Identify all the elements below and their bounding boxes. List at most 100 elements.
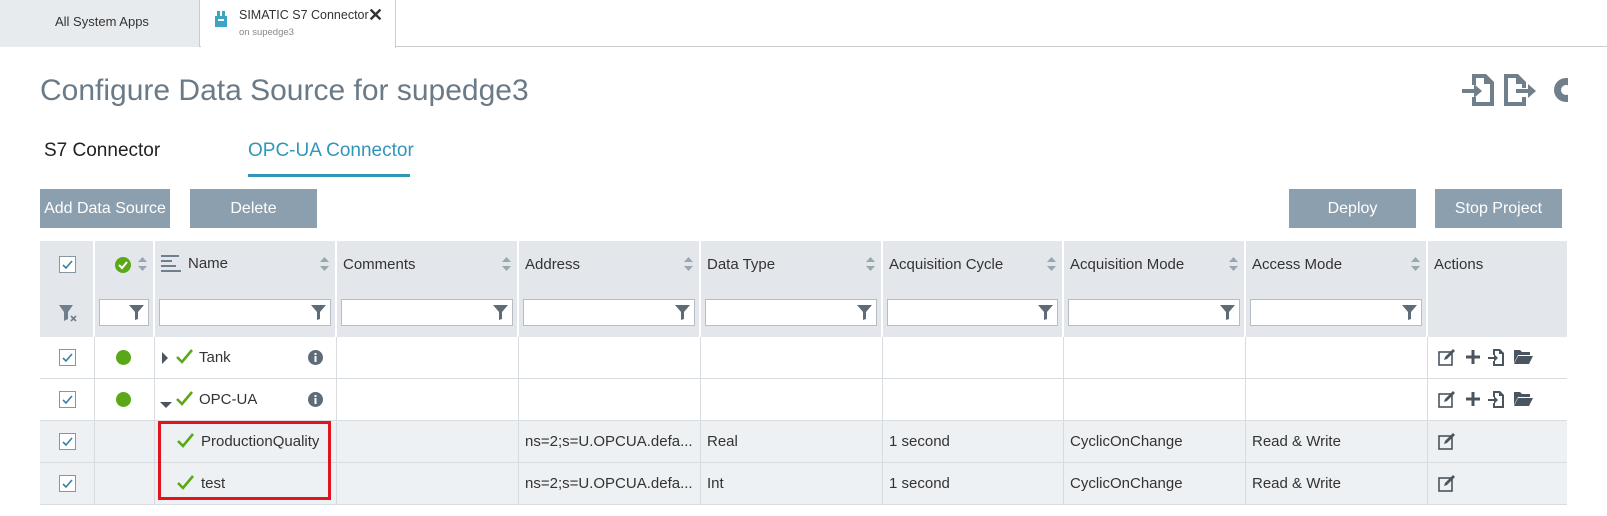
access-mode-column-label: Access Mode xyxy=(1252,256,1343,273)
add-data-source-button[interactable]: Add Data Source xyxy=(40,189,170,228)
status-ok-icon xyxy=(115,257,131,277)
tab-all-system-apps-label: All System Apps xyxy=(55,14,149,29)
edit-icon[interactable] xyxy=(1438,391,1456,412)
address-filter-input[interactable] xyxy=(523,299,695,326)
tab-simatic-s7-connector[interactable]: SIMATIC S7 Connector on supedge3 ✕ xyxy=(201,0,396,48)
tab-all-system-apps[interactable]: All System Apps xyxy=(0,0,200,47)
actions-column-header: Actions xyxy=(1428,241,1567,289)
deploy-button[interactable]: Deploy xyxy=(1289,189,1416,228)
sort-icon[interactable] xyxy=(866,257,875,271)
close-tab-icon[interactable]: ✕ xyxy=(368,5,383,26)
edit-icon[interactable] xyxy=(1438,433,1456,454)
import-icon[interactable] xyxy=(1462,74,1496,111)
data-type-column-header[interactable]: Data Type xyxy=(701,241,883,289)
access-mode-column-header[interactable]: Access Mode xyxy=(1246,241,1428,289)
name-filter-input[interactable] xyxy=(159,299,331,326)
status-filter-input[interactable] xyxy=(99,299,149,326)
export-icon[interactable] xyxy=(1504,74,1540,111)
status-filter-cell xyxy=(95,289,155,337)
info-icon[interactable] xyxy=(308,350,323,369)
add-icon[interactable] xyxy=(1465,391,1481,411)
row-select-cell xyxy=(40,379,95,420)
settings-gear-icon[interactable] xyxy=(1548,74,1578,111)
tab-title: SIMATIC S7 Connector xyxy=(239,8,369,22)
name-column-header[interactable]: Name xyxy=(155,241,337,289)
sort-icon[interactable] xyxy=(1411,257,1420,271)
address-column-label: Address xyxy=(525,256,581,273)
acquisition-mode-column-header[interactable]: Acquisition Mode xyxy=(1064,241,1246,289)
acquisition-cycle-column-header[interactable]: Acquisition Cycle xyxy=(883,241,1064,289)
row-address-cell: ns=2;s=U.OPCUA.defa... xyxy=(519,421,701,462)
sort-icon[interactable] xyxy=(1047,257,1056,271)
row-comments-cell xyxy=(337,421,519,462)
address-column-header[interactable]: Address xyxy=(519,241,701,289)
actions-column-label: Actions xyxy=(1434,256,1484,273)
acquisition-cycle-filter-input[interactable] xyxy=(887,299,1058,326)
filter-icon xyxy=(493,305,508,325)
comments-column-label: Comments xyxy=(343,256,416,273)
row-name-cell: OPC-UA xyxy=(155,379,337,420)
folder-icon[interactable] xyxy=(1514,391,1533,410)
select-all-checkbox[interactable] xyxy=(59,256,76,273)
row-address: ns=2;s=U.OPCUA.defa... xyxy=(525,433,693,450)
row-address-cell: ns=2;s=U.OPCUA.defa... xyxy=(519,463,701,504)
row-name-cell: test xyxy=(155,463,337,504)
sort-icon[interactable] xyxy=(320,257,329,271)
info-icon[interactable] xyxy=(308,392,323,411)
add-icon[interactable] xyxy=(1465,349,1481,369)
row-access-cell xyxy=(1246,379,1428,420)
grid-filter-row xyxy=(40,289,1567,337)
row-status-cell xyxy=(95,379,155,420)
sort-icon[interactable] xyxy=(1229,257,1238,271)
comments-filter-input[interactable] xyxy=(341,299,513,326)
row-status-cell xyxy=(95,421,155,462)
row-data-type: Int xyxy=(707,475,724,492)
row-name: OPC-UA xyxy=(199,391,258,408)
expand-caret-icon[interactable] xyxy=(161,351,169,368)
row-cycle-cell xyxy=(883,379,1064,420)
row-select-cell xyxy=(40,337,95,378)
row-checkbox[interactable] xyxy=(59,349,76,366)
filter-icon xyxy=(1220,305,1235,325)
row-data-type-cell xyxy=(701,337,883,378)
row-comments-cell xyxy=(337,337,519,378)
import-file-icon[interactable] xyxy=(1488,349,1504,370)
edit-icon[interactable] xyxy=(1438,349,1456,370)
row-cycle: 1 second xyxy=(889,433,950,450)
data-type-filter-input[interactable] xyxy=(705,299,877,326)
tab-s7-connector[interactable]: S7 Connector xyxy=(44,140,160,162)
filter-icon xyxy=(1038,305,1053,325)
acquisition-mode-filter-cell xyxy=(1064,289,1246,337)
acquisition-mode-filter-input[interactable] xyxy=(1068,299,1240,326)
row-address-cell xyxy=(519,379,701,420)
address-filter-cell xyxy=(519,289,701,337)
import-file-icon[interactable] xyxy=(1488,391,1504,412)
tab-opcua-connector[interactable]: OPC-UA Connector xyxy=(248,140,414,162)
folder-icon[interactable] xyxy=(1514,349,1533,368)
row-checkbox[interactable] xyxy=(59,475,76,492)
table-row[interactable]: test ns=2;s=U.OPCUA.defa... Int 1 second… xyxy=(40,463,1567,505)
row-mode: CyclicOnChange xyxy=(1070,475,1183,492)
table-row[interactable]: ProductionQuality ns=2;s=U.OPCUA.defa...… xyxy=(40,421,1567,463)
table-row[interactable]: OPC-UA xyxy=(40,379,1567,421)
comments-column-header[interactable]: Comments xyxy=(337,241,519,289)
row-mode-cell xyxy=(1064,379,1246,420)
status-column-header[interactable] xyxy=(95,241,155,289)
access-mode-filter-input[interactable] xyxy=(1250,299,1422,326)
status-connected-icon xyxy=(116,350,131,365)
row-data-type: Real xyxy=(707,433,738,450)
row-checkbox[interactable] xyxy=(59,433,76,450)
row-name: ProductionQuality xyxy=(201,433,320,450)
row-checkbox[interactable] xyxy=(59,391,76,408)
sort-icon[interactable] xyxy=(502,257,511,271)
edit-icon[interactable] xyxy=(1438,475,1456,496)
sort-icon[interactable] xyxy=(684,257,693,271)
sort-icon[interactable] xyxy=(138,257,147,271)
collapse-caret-icon[interactable] xyxy=(160,396,172,413)
delete-button[interactable]: Delete xyxy=(190,189,317,228)
select-all-cell xyxy=(40,241,95,289)
table-row[interactable]: Tank xyxy=(40,337,1567,379)
stop-project-button[interactable]: Stop Project xyxy=(1435,189,1562,228)
clear-filter-icon[interactable] xyxy=(59,305,77,328)
data-type-filter-cell xyxy=(701,289,883,337)
